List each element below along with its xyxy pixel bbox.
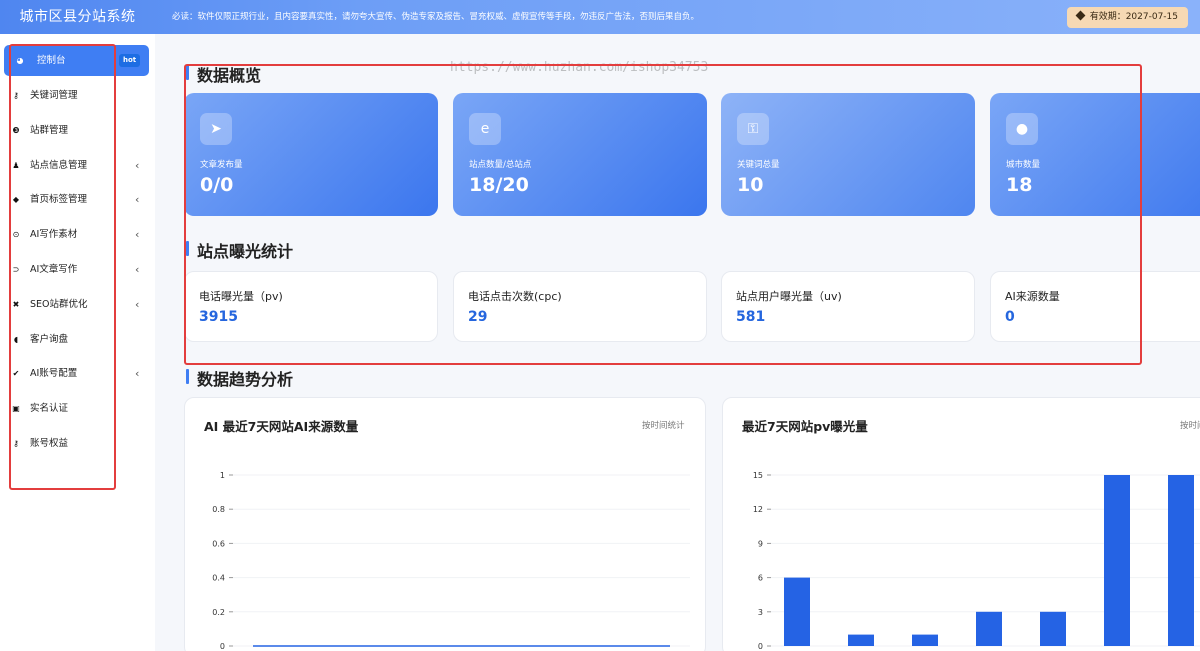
diamond-icon (1075, 10, 1086, 21)
annotation-box-sidebar (9, 44, 116, 490)
y-tick-label: 15 (753, 471, 763, 480)
y-tick-label: 6 (758, 574, 763, 583)
y-tick-label: 0.2 (212, 608, 225, 617)
chevron-left-icon: ‹ (135, 367, 140, 381)
chevron-left-icon: ‹ (135, 263, 140, 276)
line-chart: 1 0.8 0.6 0.4 0.2 0 (212, 471, 690, 651)
bar (1040, 611, 1066, 646)
chevron-left-icon: ‹ (135, 193, 140, 207)
chevron-left-icon: ‹ (135, 158, 140, 172)
bar (1168, 475, 1194, 646)
chevron-left-icon: ‹ (135, 297, 140, 311)
y-tick-label: 0 (758, 642, 763, 651)
bar (848, 634, 874, 646)
y-tick-label: 12 (753, 505, 763, 514)
bar-chart: 15 12 9 6 3 0 (753, 471, 1200, 651)
notice-text: 必读：软件仅限正规行业，且内容要真实性，请勿夸大宣传、伪造专家及报告、冒充权威、… (172, 12, 700, 22)
y-tick-label: 1 (220, 471, 225, 480)
y-tick-label: 0.6 (212, 539, 225, 548)
y-tick-label: 3 (758, 608, 763, 617)
section-title-trend: 数据趋势分析 (186, 366, 294, 390)
expiry-text: 有效期：2027-07-15 (1089, 12, 1178, 22)
y-tick-label: 0 (220, 642, 225, 651)
y-tick-label: 0.8 (212, 505, 225, 514)
hot-badge: hot (119, 54, 141, 67)
trend-title: 数据趋势分析 (197, 370, 294, 389)
chevron-left-icon: ‹ (135, 228, 140, 242)
y-tick-label: 0.4 (212, 574, 225, 583)
chart-panel-ai-source: AI 最近7天网站AI来源数量 按时间统计 1 0.8 0.6 0.4 0.2 0 (184, 397, 706, 651)
bar (1104, 475, 1130, 646)
app-title: 城市区县分站系统 (19, 9, 136, 25)
section-marker (186, 369, 189, 384)
annotation-box-stats (184, 64, 1142, 365)
chart-panel-pv: 最近7天网站pv曝光量 按时间统计 15129630 (722, 397, 1200, 651)
bar (976, 611, 1002, 646)
y-tick-label: 9 (758, 539, 763, 548)
top-bar: 城市区县分站系统 必读：软件仅限正规行业，且内容要真实性，请勿夸大宣传、伪造专家… (0, 0, 1200, 34)
expiry-badge: 有效期：2027-07-15 (1066, 7, 1188, 28)
bar (784, 577, 810, 646)
bar (912, 634, 938, 646)
